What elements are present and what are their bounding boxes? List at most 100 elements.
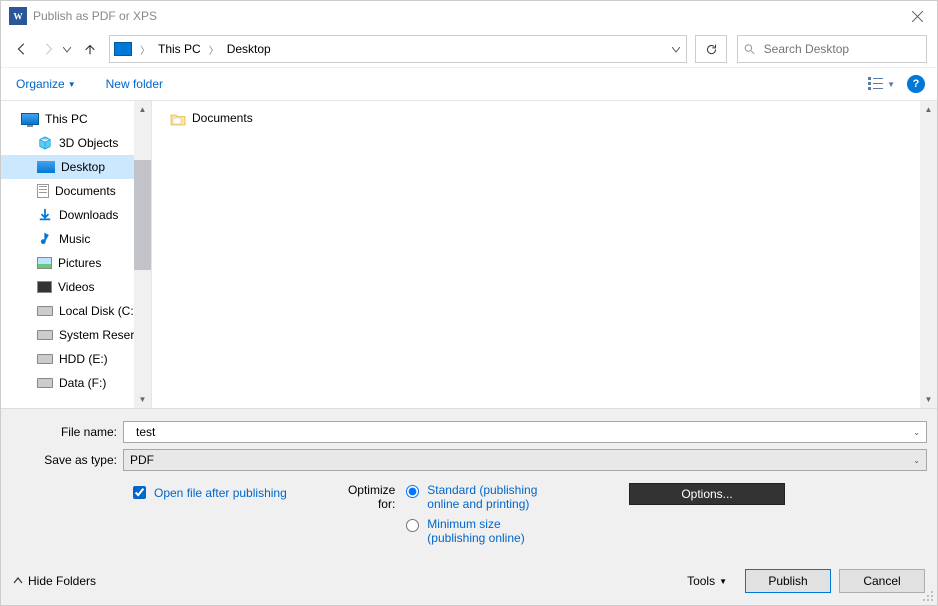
- scroll-down-icon[interactable]: ▼: [134, 391, 151, 408]
- chevron-down-icon: ▼: [719, 577, 727, 586]
- cube-icon: [37, 135, 53, 151]
- scroll-down-icon[interactable]: ▼: [920, 391, 937, 408]
- download-icon: [37, 207, 53, 223]
- breadcrumb-thispc[interactable]: This PC: [154, 42, 205, 56]
- tree-documents[interactable]: Documents: [1, 179, 151, 203]
- view-options-button[interactable]: ▼: [868, 77, 895, 91]
- history-dropdown-icon[interactable]: [63, 42, 75, 56]
- optimize-minimum-radio[interactable]: Minimum size (publishing online): [401, 517, 559, 545]
- save-panel: File name: ⌄ Save as type: PDF ⌄ Open fi…: [1, 408, 937, 559]
- radio-label: Minimum size (publishing online): [427, 517, 559, 545]
- tree-label: Pictures: [58, 256, 101, 270]
- pc-icon: [114, 42, 132, 56]
- window-title: Publish as PDF or XPS: [33, 9, 897, 23]
- refresh-button[interactable]: [695, 35, 727, 63]
- optimize-standard-radio[interactable]: Standard (publishing online and printing…: [401, 483, 559, 511]
- close-button[interactable]: [897, 1, 937, 31]
- chevron-right-icon[interactable]: 〉: [207, 42, 221, 57]
- search-input[interactable]: [762, 41, 920, 57]
- cancel-button[interactable]: Cancel: [839, 569, 925, 593]
- new-folder-button[interactable]: New folder: [103, 73, 166, 95]
- help-button[interactable]: ?: [907, 75, 925, 93]
- radio-label: Standard (publishing online and printing…: [427, 483, 559, 511]
- tree-data[interactable]: Data (F:): [1, 371, 151, 395]
- drive-icon: [37, 306, 53, 316]
- drive-icon: [37, 354, 53, 364]
- radio-standard-input[interactable]: [406, 485, 419, 498]
- tree-label: Downloads: [59, 208, 118, 222]
- tree-label: Local Disk (C:): [59, 304, 138, 318]
- optimize-label: Optimize for:: [329, 483, 401, 551]
- tree-scrollbar[interactable]: ▲ ▼: [134, 101, 151, 408]
- navigation-bar: 〉 This PC 〉 Desktop: [1, 31, 937, 67]
- filename-field-wrapper[interactable]: ⌄: [123, 421, 927, 443]
- open-after-checkbox-input[interactable]: [133, 486, 146, 499]
- options-button[interactable]: Options...: [629, 483, 785, 505]
- tree-localdisk[interactable]: Local Disk (C:): [1, 299, 151, 323]
- filename-label: File name:: [11, 425, 123, 439]
- drive-icon: [37, 330, 53, 340]
- desktop-icon: [37, 161, 55, 173]
- tree-videos[interactable]: Videos: [1, 275, 151, 299]
- back-button[interactable]: [11, 38, 33, 60]
- tree-pictures[interactable]: Pictures: [1, 251, 151, 275]
- saveastype-combo[interactable]: PDF ⌄: [123, 449, 927, 471]
- svg-text:W: W: [13, 13, 23, 23]
- open-after-label: Open file after publishing: [154, 486, 287, 500]
- file-list[interactable]: Documents ▲ ▼: [152, 101, 937, 408]
- tools-menu[interactable]: Tools ▼: [687, 574, 727, 588]
- navigation-tree: This PC 3D Objects Desktop Documents Dow…: [1, 101, 151, 408]
- dialog-footer: Hide Folders Tools ▼ Publish Cancel: [1, 559, 937, 605]
- resize-grip[interactable]: [922, 590, 934, 602]
- tree-label: This PC: [45, 112, 88, 126]
- tree-label: Music: [59, 232, 90, 246]
- chevron-down-icon[interactable]: ⌄: [907, 428, 920, 437]
- tree-hdd[interactable]: HDD (E:): [1, 347, 151, 371]
- tree-downloads[interactable]: Downloads: [1, 203, 151, 227]
- tree-desktop[interactable]: Desktop: [1, 155, 151, 179]
- document-icon: [37, 184, 49, 198]
- chevron-down-icon[interactable]: ⌄: [907, 456, 920, 465]
- filename-input[interactable]: [130, 422, 920, 442]
- scroll-up-icon[interactable]: ▲: [134, 101, 151, 118]
- tree-label: Data (F:): [59, 376, 106, 390]
- forward-button[interactable]: [37, 38, 59, 60]
- search-icon: [744, 43, 756, 56]
- hide-folders-toggle[interactable]: Hide Folders: [13, 574, 96, 588]
- radio-minimum-input[interactable]: [406, 519, 419, 532]
- tree-label: 3D Objects: [59, 136, 118, 150]
- scroll-up-icon[interactable]: ▲: [920, 101, 937, 118]
- command-bar: Organize▼ New folder ▼ ?: [1, 67, 937, 101]
- content-scrollbar[interactable]: ▲ ▼: [920, 101, 937, 408]
- chevron-right-icon[interactable]: 〉: [138, 42, 152, 57]
- hide-folders-label: Hide Folders: [28, 574, 96, 588]
- word-app-icon: W: [9, 7, 27, 25]
- publish-button[interactable]: Publish: [745, 569, 831, 593]
- address-bar[interactable]: 〉 This PC 〉 Desktop: [109, 35, 687, 63]
- tools-label: Tools: [687, 574, 715, 588]
- title-bar: W Publish as PDF or XPS: [1, 1, 937, 31]
- tree-label: Videos: [58, 280, 94, 294]
- tree-music[interactable]: Music: [1, 227, 151, 251]
- address-dropdown-icon[interactable]: [666, 42, 686, 56]
- chevron-up-icon: [13, 576, 23, 586]
- saveastype-value: PDF: [130, 453, 154, 467]
- tree-3dobjects[interactable]: 3D Objects: [1, 131, 151, 155]
- up-button[interactable]: [79, 42, 101, 56]
- folder-icon: [170, 112, 186, 124]
- tree-label: Documents: [55, 184, 116, 198]
- file-item-documents[interactable]: Documents: [170, 107, 919, 129]
- scroll-thumb[interactable]: [134, 160, 151, 270]
- breadcrumb-desktop[interactable]: Desktop: [223, 42, 275, 56]
- organize-menu[interactable]: Organize▼: [13, 73, 79, 95]
- search-box[interactable]: [737, 35, 927, 63]
- drive-icon: [37, 378, 53, 388]
- monitor-icon: [21, 113, 39, 125]
- saveastype-label: Save as type:: [11, 453, 123, 467]
- open-after-publish-checkbox[interactable]: Open file after publishing: [129, 483, 329, 502]
- tree-label: HDD (E:): [59, 352, 108, 366]
- tree-thispc[interactable]: This PC: [1, 107, 151, 131]
- picture-icon: [37, 257, 52, 269]
- tree-sysreserved[interactable]: System Reserved: [1, 323, 151, 347]
- file-label: Documents: [192, 111, 253, 125]
